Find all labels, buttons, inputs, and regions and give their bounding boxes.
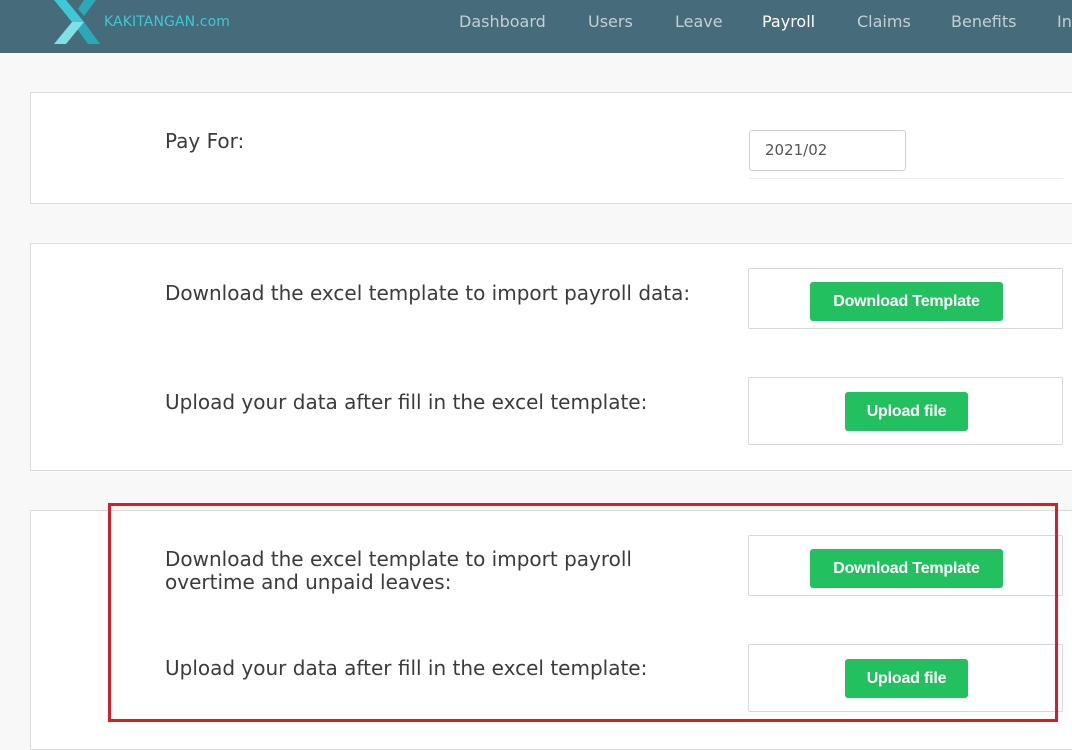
- nav-payroll[interactable]: Payroll: [762, 12, 815, 31]
- nav-benefits[interactable]: Benefits: [951, 12, 1017, 31]
- brand-name[interactable]: KAKITANGAN.com: [104, 14, 230, 30]
- nav-users[interactable]: Users: [588, 12, 633, 31]
- upload-file-button[interactable]: Upload file: [845, 392, 968, 431]
- payroll-upload-label: Upload your data after fill in the excel…: [165, 390, 648, 414]
- pay-for-label: Pay For:: [165, 129, 245, 153]
- divider: [749, 178, 1063, 179]
- nav-dashboard[interactable]: Dashboard: [459, 12, 546, 31]
- pay-period-input[interactable]: 2021/02: [749, 130, 906, 171]
- payroll-download-label: Download the excel template to import pa…: [165, 281, 691, 305]
- download-template-button[interactable]: Download Template: [810, 282, 1003, 321]
- payroll-upload-box: Upload file: [748, 377, 1063, 445]
- payroll-download-box: Download Template: [748, 268, 1063, 329]
- nav-more[interactable]: In: [1057, 12, 1072, 31]
- nav-leave[interactable]: Leave: [675, 12, 723, 31]
- nav-claims[interactable]: Claims: [857, 12, 911, 31]
- highlight-box: [108, 503, 1058, 722]
- kakitangan-logo-icon[interactable]: [54, 0, 104, 46]
- top-nav-bar: KAKITANGAN.com Dashboard Users Leave Pay…: [0, 0, 1072, 53]
